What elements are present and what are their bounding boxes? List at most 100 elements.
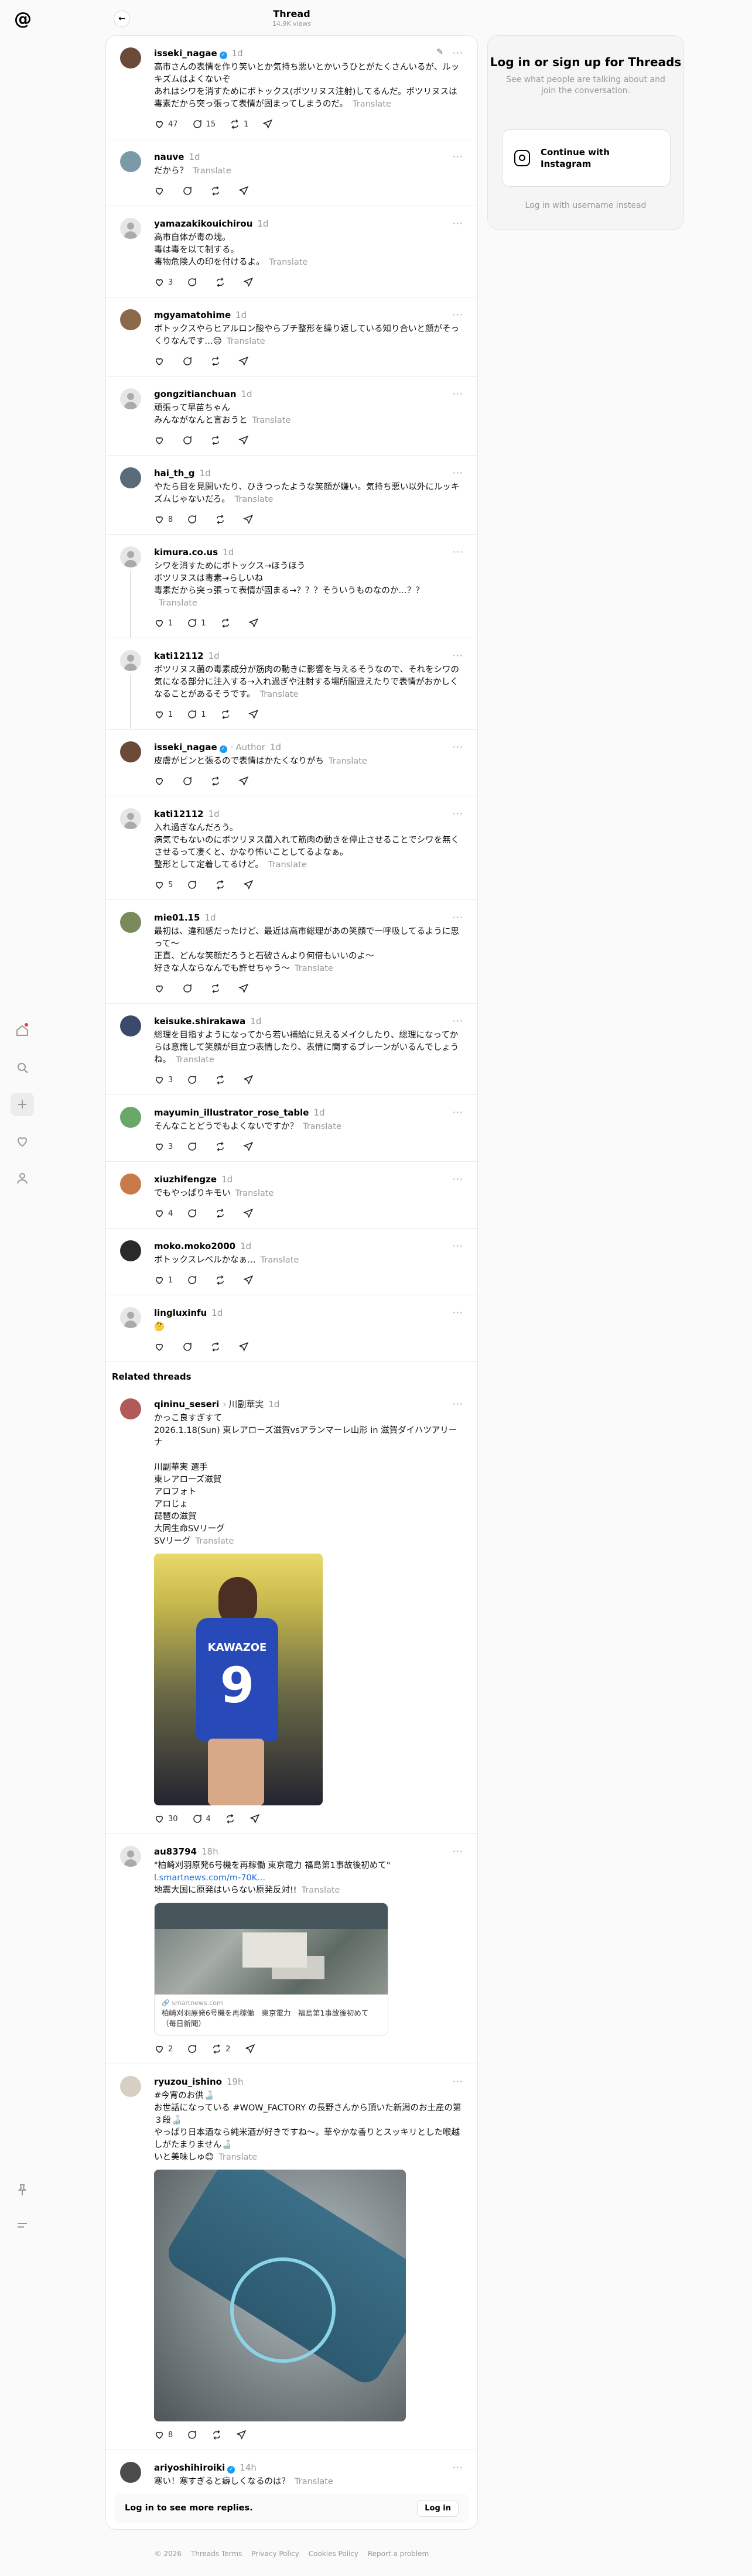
avatar[interactable]: [120, 1846, 141, 1867]
pin-icon[interactable]: [11, 2178, 34, 2202]
avatar[interactable]: [120, 309, 141, 330]
username[interactable]: qininu_seseri: [154, 1399, 219, 1410]
timestamp[interactable]: 1d: [241, 389, 252, 399]
reply-button[interactable]: [187, 1275, 201, 1285]
share-button[interactable]: [236, 2430, 247, 2440]
more-options-icon[interactable]: ···: [453, 741, 463, 752]
avatar[interactable]: [120, 467, 141, 488]
more-options-icon[interactable]: ···: [453, 650, 463, 661]
repost-button[interactable]: [220, 618, 234, 628]
repost-button[interactable]: [215, 1275, 229, 1285]
timestamp[interactable]: 1d: [235, 310, 247, 320]
translate-link[interactable]: Translate: [295, 964, 333, 973]
reply-button[interactable]: [182, 186, 196, 196]
like-button[interactable]: 1: [154, 709, 173, 720]
username[interactable]: ariyoshihiroiki: [154, 2462, 225, 2473]
timestamp[interactable]: 19h: [227, 2076, 244, 2087]
profile-icon[interactable]: [11, 1166, 34, 1190]
username[interactable]: au83794: [154, 1846, 197, 1857]
translate-link[interactable]: Translate: [196, 1537, 234, 1546]
avatar[interactable]: [120, 1107, 141, 1128]
edit-icon[interactable]: ✎: [436, 47, 443, 57]
timestamp[interactable]: 1d: [200, 468, 211, 478]
avatar[interactable]: [120, 741, 141, 762]
like-button[interactable]: 3: [154, 1075, 173, 1085]
avatar[interactable]: [120, 47, 141, 69]
more-options-icon[interactable]: ···: [453, 1174, 463, 1185]
translate-link[interactable]: Translate: [303, 1122, 341, 1131]
reply-button[interactable]: [182, 435, 196, 446]
more-options-icon[interactable]: ···: [453, 1846, 463, 1857]
repost-button[interactable]: [210, 983, 224, 994]
reply-button[interactable]: [187, 1075, 201, 1085]
share-button[interactable]: [238, 356, 252, 367]
home-icon[interactable]: [11, 1019, 34, 1042]
more-options-icon[interactable]: ···: [453, 151, 463, 162]
footer-link-terms[interactable]: Threads Terms: [191, 2550, 242, 2558]
like-button[interactable]: 3: [154, 1141, 173, 1152]
reply-button[interactable]: 4: [192, 1814, 211, 1824]
avatar[interactable]: [120, 1307, 141, 1328]
share-button[interactable]: [249, 1814, 260, 1824]
like-button[interactable]: [154, 983, 168, 994]
reply-button[interactable]: [187, 2044, 197, 2054]
avatar[interactable]: [120, 2462, 141, 2483]
more-options-icon[interactable]: ···: [453, 912, 463, 923]
username[interactable]: mgyamatohime: [154, 310, 231, 320]
translate-link[interactable]: Translate: [295, 2477, 333, 2486]
activity-icon[interactable]: [11, 1130, 34, 1153]
username[interactable]: kati12112: [154, 809, 204, 819]
username[interactable]: isseki_nagae: [154, 742, 217, 752]
reply-button[interactable]: [187, 2430, 197, 2440]
repost-button[interactable]: [210, 356, 224, 367]
timestamp[interactable]: 14h: [240, 2462, 257, 2473]
avatar[interactable]: [120, 151, 141, 172]
like-button[interactable]: [154, 435, 168, 446]
repost-button[interactable]: [215, 514, 229, 525]
timestamp[interactable]: 1d: [223, 547, 234, 557]
like-button[interactable]: 2: [154, 2044, 173, 2054]
repost-button[interactable]: [210, 435, 224, 446]
more-options-icon[interactable]: ···: [453, 546, 463, 557]
reply-button[interactable]: [187, 514, 201, 525]
username[interactable]: lingluxinfu: [154, 1308, 207, 1318]
username[interactable]: moko.moko2000: [154, 1241, 235, 1251]
translate-link[interactable]: Translate: [261, 1255, 299, 1265]
timestamp[interactable]: 1d: [268, 1399, 279, 1410]
share-button[interactable]: [262, 119, 273, 129]
share-button[interactable]: [238, 435, 252, 446]
timestamp[interactable]: 1d: [211, 1308, 223, 1318]
timestamp[interactable]: 18h: [201, 1846, 218, 1857]
like-button[interactable]: [154, 186, 168, 196]
username[interactable]: mie01.15: [154, 912, 200, 923]
repost-button[interactable]: [225, 1814, 235, 1824]
more-options-icon[interactable]: ···: [453, 1307, 463, 1318]
username[interactable]: yamazakikouichirou: [154, 218, 252, 229]
like-button[interactable]: [154, 776, 168, 786]
timestamp[interactable]: 1d: [221, 1174, 233, 1185]
share-button[interactable]: [238, 776, 252, 786]
like-button[interactable]: [154, 356, 168, 367]
share-button[interactable]: [238, 1342, 252, 1352]
repost-button[interactable]: 2: [211, 2044, 231, 2054]
username[interactable]: xiuzhifengze: [154, 1174, 217, 1185]
translate-link[interactable]: Translate: [235, 495, 274, 504]
create-icon[interactable]: [11, 1093, 34, 1116]
avatar[interactable]: [120, 546, 141, 567]
translate-link[interactable]: Translate: [159, 598, 197, 608]
timestamp[interactable]: 1d: [257, 218, 268, 229]
share-button[interactable]: [243, 277, 257, 288]
more-options-icon[interactable]: ···: [453, 1015, 463, 1027]
search-icon[interactable]: [11, 1056, 34, 1079]
avatar[interactable]: [120, 650, 141, 671]
translate-link[interactable]: Translate: [235, 1189, 274, 1198]
timestamp[interactable]: 1d: [204, 912, 216, 923]
reply-button[interactable]: [187, 1208, 201, 1219]
avatar[interactable]: [120, 2076, 141, 2097]
reply-button[interactable]: [187, 880, 201, 890]
translate-link[interactable]: Translate: [329, 757, 367, 766]
share-button[interactable]: [238, 186, 252, 196]
timestamp[interactable]: 1d: [189, 152, 200, 162]
like-button[interactable]: 5: [154, 880, 173, 890]
reply-button[interactable]: 15: [192, 119, 216, 129]
